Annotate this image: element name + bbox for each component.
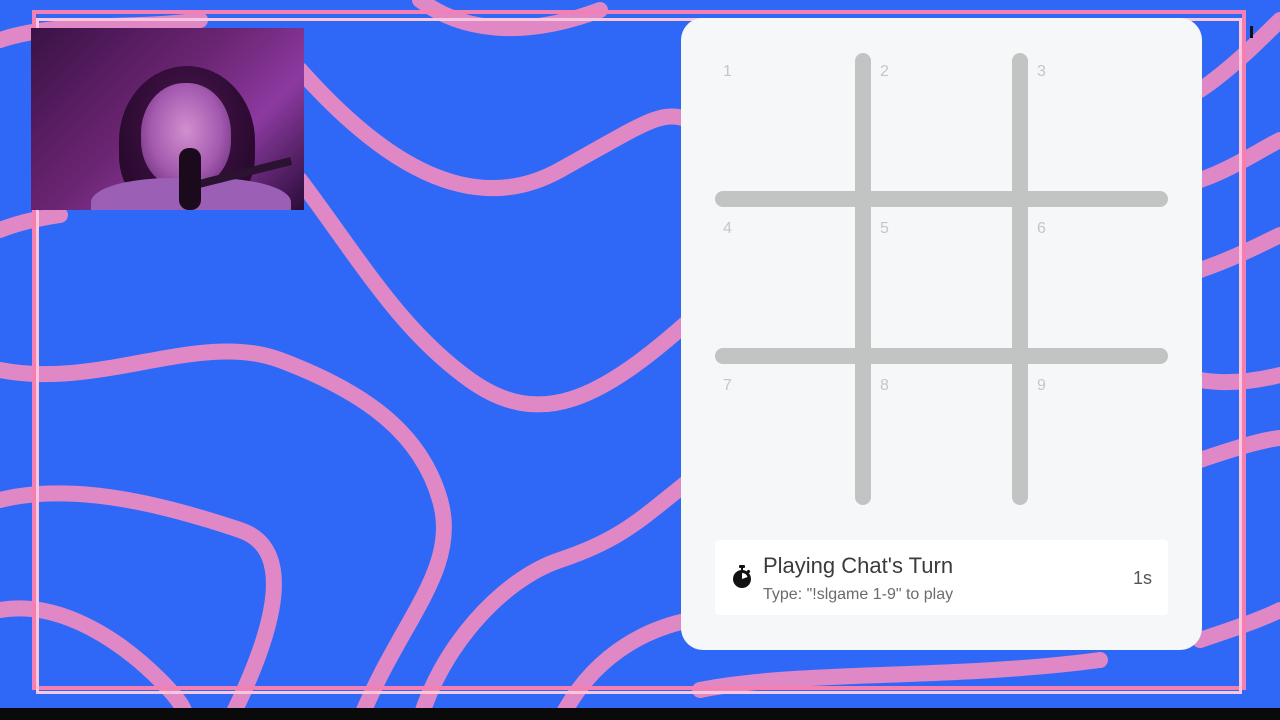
- tic-tac-toe-board: 1 2 3 4 5 6 7 8 9: [715, 53, 1168, 505]
- cell-number: 1: [723, 63, 732, 80]
- turn-timer: 1s: [1132, 568, 1152, 588]
- cell-number: 2: [880, 63, 889, 80]
- turn-instruction: Type: "!slgame 1-9" to play: [763, 586, 954, 603]
- turn-title: Playing Chat's Turn: [763, 553, 954, 578]
- cell-number: 8: [880, 377, 889, 394]
- cell-number: 4: [723, 220, 732, 237]
- bottom-bar: [0, 708, 1280, 720]
- board-cell-4[interactable]: 4: [715, 210, 863, 358]
- tic-tac-toe-panel: 1 2 3 4 5 6 7 8 9 Playing Chat's Turn Ty…: [681, 18, 1202, 650]
- board-cell-6[interactable]: 6: [1029, 210, 1177, 358]
- board-cell-2[interactable]: 2: [872, 53, 1020, 201]
- cell-number: 3: [1037, 63, 1046, 80]
- board-cell-9[interactable]: 9: [1029, 367, 1177, 515]
- webcam-feed: [31, 28, 304, 210]
- board-cell-5[interactable]: 5: [872, 210, 1020, 358]
- corner-mark: [1250, 26, 1253, 38]
- cell-number: 6: [1037, 220, 1046, 237]
- board-cell-8[interactable]: 8: [872, 367, 1020, 515]
- stopwatch-icon: [733, 565, 751, 588]
- board-cell-1[interactable]: 1: [715, 53, 863, 201]
- board-cell-7[interactable]: 7: [715, 367, 863, 515]
- cell-number: 5: [880, 220, 889, 237]
- cell-number: 7: [723, 377, 732, 394]
- turn-status-box: Playing Chat's Turn Type: "!slgame 1-9" …: [715, 540, 1168, 615]
- board-cell-3[interactable]: 3: [1029, 53, 1177, 201]
- cell-number: 9: [1037, 377, 1046, 394]
